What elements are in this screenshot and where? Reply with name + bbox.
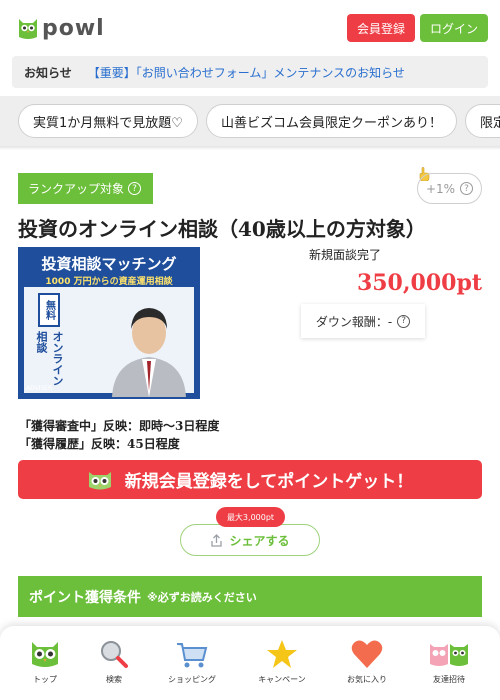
- image-online-text: オンライン相談: [35, 331, 64, 386]
- conditions-title: ポイント獲得条件: [29, 589, 141, 606]
- share-max-badge: 最大3,000pt: [216, 507, 285, 527]
- signup-cta-button[interactable]: 新規会員登録をしてポイントゲット！: [18, 460, 482, 499]
- rankup-badge: ランクアップ対象 ?: [18, 173, 153, 204]
- help-icon[interactable]: ?: [397, 314, 411, 328]
- register-button[interactable]: 会員登録: [347, 14, 415, 42]
- image-title: 投資相談マッチング: [41, 255, 177, 273]
- conditions-note: ※必ずお読みください: [147, 590, 257, 604]
- reflect-history-text: 「獲得履歴」反映：45日程度: [19, 437, 180, 451]
- nav-label: ショッピング: [168, 675, 216, 684]
- search-icon: [101, 641, 128, 668]
- friends-icon: [430, 644, 468, 666]
- notice-label: お知らせ: [24, 65, 72, 80]
- heart-icon: [351, 640, 383, 668]
- down-reward-label: ダウン報酬：-: [315, 314, 393, 329]
- share-icon: [211, 533, 223, 547]
- nav-item-campaign[interactable]: キャンペーン: [247, 638, 317, 694]
- logo-text: powl: [42, 15, 105, 41]
- campaign-strip: 実質1か月無料で見放題♡ 山善ビズコム会員限定クーポンあり！ 限定: [0, 96, 500, 146]
- notice-bar: お知らせ 【重要】「お問い合わせフォーム」メンテナンスのお知らせ: [12, 56, 488, 88]
- product-title: 投資のオンライン相談（40歳以上の方対象）: [18, 217, 426, 241]
- powl-logo[interactable]: powl: [16, 14, 105, 42]
- site-header: powl 会員登録 ログイン: [0, 0, 500, 56]
- campaign-chip[interactable]: 限定: [465, 104, 500, 138]
- reward-points: 350,000pt: [356, 270, 482, 296]
- divider: [0, 146, 500, 150]
- nav-label: トップ: [33, 675, 57, 684]
- nav-label: キャンペーン: [258, 675, 306, 684]
- owl-icon: [88, 471, 111, 489]
- favorite-bonus-button[interactable]: +1% ?: [417, 173, 482, 204]
- nav-label: 友達招待: [433, 675, 465, 684]
- owl-logo-icon: [19, 19, 37, 39]
- star-icon: [267, 640, 297, 668]
- help-icon[interactable]: ?: [128, 182, 142, 195]
- cart-icon: [177, 643, 208, 668]
- bottom-nav: トップ 検索 ショッピング キャンペーン お気に入り 友達招待: [0, 626, 500, 700]
- image-subtitle: 1000 万円からの資産運用相談: [45, 277, 173, 287]
- nav-label: 検索: [106, 675, 122, 684]
- campaign-chip[interactable]: 山善ビズコム会員限定クーポンあり！: [206, 104, 457, 138]
- reflect-review-text: 「獲得審査中」反映：即時～3日程度: [19, 419, 220, 433]
- owl-icon: [32, 642, 58, 667]
- nav-label: お気に入り: [347, 675, 387, 684]
- advisor-portrait: [112, 308, 186, 397]
- rankup-label: ランクアップ対象: [28, 182, 125, 196]
- cta-label: 新規会員登録をしてポイントゲット！: [124, 472, 414, 492]
- help-icon[interactable]: ?: [460, 182, 474, 195]
- login-button[interactable]: ログイン: [420, 14, 488, 42]
- share-label: シェアする: [229, 533, 290, 548]
- favorite-bonus-label: +1%: [425, 181, 456, 196]
- share-button[interactable]: シェアする: [180, 524, 320, 556]
- image-brand: ADVISER: [26, 385, 53, 392]
- image-free-tag: 無料: [38, 293, 60, 327]
- point-conditions-header: ポイント獲得条件 ※必ずお読みください: [18, 576, 482, 617]
- nav-item-shopping[interactable]: ショッピング: [157, 638, 227, 694]
- notice-link[interactable]: 【重要】「お問い合わせフォーム」メンテナンスのお知らせ: [88, 64, 405, 81]
- down-reward-box: ダウン報酬：- ?: [301, 304, 425, 338]
- product-image: 投資相談マッチング 1000 万円からの資産運用相談 無料 オンライン相談 AD…: [18, 247, 200, 399]
- nav-item-top[interactable]: トップ: [10, 638, 80, 694]
- status-text: 新規面談完了: [309, 248, 382, 262]
- nav-item-invite[interactable]: 友達招待: [414, 638, 484, 694]
- nav-item-search[interactable]: 検索: [79, 638, 149, 694]
- nav-item-favorites[interactable]: お気に入り: [332, 638, 402, 694]
- campaign-chip[interactable]: 実質1か月無料で見放題♡: [18, 104, 198, 138]
